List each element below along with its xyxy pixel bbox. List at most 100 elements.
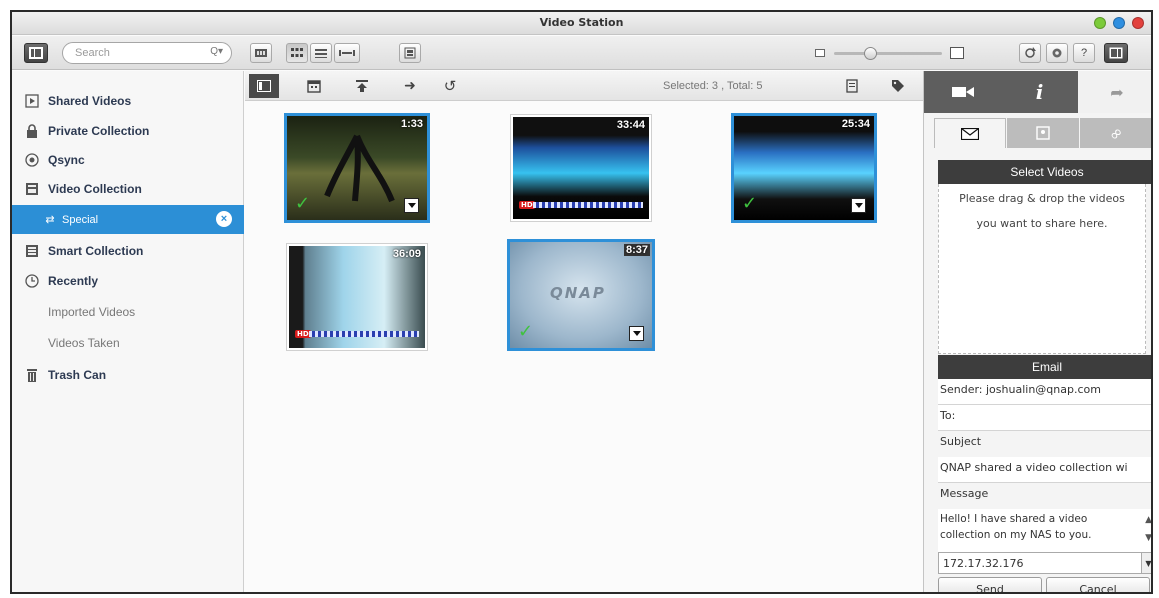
tab-info[interactable]: i <box>1001 71 1078 113</box>
subject-field[interactable]: QNAP shared a video collection wi <box>938 457 1151 483</box>
video-collection-icon <box>24 181 40 197</box>
ip-address-select[interactable]: 172.17.32.176 ▼ <box>938 552 1151 574</box>
video-thumbnail[interactable]: 33:44 HD <box>511 115 651 221</box>
link-icon: ∞ <box>1104 121 1128 145</box>
help-button[interactable]: ? <box>1073 43 1095 63</box>
cancel-button[interactable]: Cancel <box>1046 577 1150 592</box>
video-menu-button[interactable] <box>851 198 866 213</box>
search-input[interactable]: Search Q▾ <box>62 42 232 64</box>
message-scrollbar[interactable]: ▲ ▼ <box>1145 511 1151 547</box>
remove-collection-icon[interactable]: × <box>216 211 232 227</box>
selection-count: Selected: 3 , Total: 5 <box>663 80 763 92</box>
share-link-icon: ⇄ <box>45 214 55 226</box>
gear-icon <box>1052 48 1062 58</box>
collapse-panel-button[interactable] <box>249 74 279 98</box>
info-button[interactable] <box>843 78 861 94</box>
refresh-button[interactable] <box>1019 43 1041 63</box>
sidebar-item-label: Smart Collection <box>48 244 144 258</box>
multi-select-button[interactable] <box>399 43 421 63</box>
thumbnail-size-slider[interactable] <box>834 47 942 60</box>
tab-video[interactable] <box>924 71 1001 113</box>
content-toolbar: ➜ ↺ Selected: 3 , Total: 5 <box>245 71 923 101</box>
video-station-window: Video Station Search Q▾ ? Shared Videos … <box>10 10 1153 594</box>
sidebar-item-label: Videos Taken <box>48 336 120 350</box>
lock-icon <box>24 123 40 139</box>
list-view-button[interactable] <box>310 43 332 63</box>
help-icon: ? <box>1080 47 1088 59</box>
search-placeholder: Search <box>75 47 110 59</box>
sidebar-item-shared-videos[interactable]: Shared Videos <box>12 87 244 115</box>
sidebar-item-qsync[interactable]: Qsync <box>12 146 244 174</box>
toggle-sidebar-button[interactable] <box>24 43 48 63</box>
settings-button[interactable] <box>1046 43 1068 63</box>
timeline-view-button[interactable] <box>334 43 360 63</box>
email-header: Email <box>938 355 1151 379</box>
video-menu-button[interactable] <box>629 326 644 341</box>
close-button[interactable] <box>1132 17 1144 29</box>
video-drop-zone[interactable]: Please drag & drop the videos you want t… <box>938 184 1146 354</box>
document-icon <box>846 79 858 93</box>
to-field[interactable]: To: <box>938 405 1151 431</box>
sidebar-item-videos-taken[interactable]: Videos Taken <box>12 329 244 357</box>
tag-button[interactable] <box>889 78 907 94</box>
send-button[interactable]: Send <box>938 577 1042 592</box>
zoom-out-icon[interactable] <box>815 49 825 57</box>
message-textarea[interactable]: Hello! I have shared a video collection … <box>938 509 1151 553</box>
sidebar-item-label: Video Collection <box>48 182 142 196</box>
sidebar-item-smart-collection[interactable]: Smart Collection <box>12 237 244 265</box>
tab-share[interactable]: ➦ <box>1078 71 1151 113</box>
tab-social[interactable] <box>1007 118 1079 148</box>
sidebar-item-recently[interactable]: Recently <box>12 267 244 295</box>
refresh-icon <box>1025 47 1036 58</box>
message-label: Message <box>938 483 1151 509</box>
sidebar-item-label: Special <box>62 213 99 226</box>
list-icon <box>315 49 327 58</box>
video-thumbnail[interactable]: QNAP 8:37 ✓ <box>507 239 655 351</box>
minimize-button[interactable] <box>1094 17 1106 29</box>
tab-link[interactable]: ∞ <box>1080 118 1151 148</box>
sidebar-item-label: Recently <box>48 274 99 288</box>
sidebar-item-label: Imported Videos <box>48 305 136 319</box>
clock-icon <box>24 273 40 289</box>
share-method-tabs: ∞ <box>934 118 1151 148</box>
right-panel-tabs: i ➦ <box>924 71 1151 113</box>
zoom-in-icon[interactable] <box>950 47 964 59</box>
filmstrip-view-button[interactable] <box>250 43 272 63</box>
thumbnail-view-button[interactable] <box>286 43 308 63</box>
video-duration: 25:34 <box>841 118 870 130</box>
sidebar-item-private-collection[interactable]: Private Collection <box>12 117 244 145</box>
envelope-icon <box>961 127 979 140</box>
slider-knob[interactable] <box>864 47 877 60</box>
sender-field: Sender: joshualin@qnap.com <box>938 379 1151 405</box>
search-icon[interactable]: Q▾ <box>210 46 223 57</box>
select-videos-header: Select Videos <box>938 160 1151 184</box>
sidebar-item-video-collection[interactable]: Video Collection <box>12 175 244 203</box>
sidebar-item-label: Private Collection <box>48 124 150 138</box>
sidebar-item-trash-can[interactable]: Trash Can <box>12 361 244 389</box>
smart-collection-icon <box>24 243 40 259</box>
filmstrip-icon <box>255 49 267 57</box>
social-icon <box>1036 126 1050 140</box>
tag-icon <box>892 80 904 92</box>
sidebar-item-special[interactable]: ⇄ Special × <box>12 205 244 234</box>
info-icon: i <box>1035 80 1044 104</box>
video-duration: 33:44 <box>616 119 645 131</box>
sidebar-item-imported-videos[interactable]: Imported Videos <box>12 298 244 326</box>
share-arrow-icon: ➜ <box>404 78 416 94</box>
tab-email[interactable] <box>934 118 1006 148</box>
video-thumbnail[interactable]: 25:34 ✓ <box>731 113 877 223</box>
checkmark-icon: ✓ <box>742 193 758 214</box>
share-button[interactable]: ➜ <box>401 78 419 94</box>
calendar-button[interactable] <box>305 78 323 94</box>
video-thumbnail[interactable]: 36:09 HD <box>287 244 427 350</box>
undo-button[interactable]: ↺ <box>441 77 459 95</box>
upload-button[interactable] <box>353 78 371 94</box>
maximize-button[interactable] <box>1113 17 1125 29</box>
video-camera-icon <box>951 87 974 97</box>
video-thumbnail[interactable]: 1:33 ✓ <box>284 113 430 223</box>
chevron-down-icon[interactable]: ▼ <box>1141 553 1151 573</box>
toggle-right-panel-button[interactable] <box>1104 43 1128 63</box>
video-menu-button[interactable] <box>404 198 419 213</box>
drop-hint-line2: you want to share here. <box>976 217 1108 230</box>
ticker-bar <box>533 202 643 208</box>
